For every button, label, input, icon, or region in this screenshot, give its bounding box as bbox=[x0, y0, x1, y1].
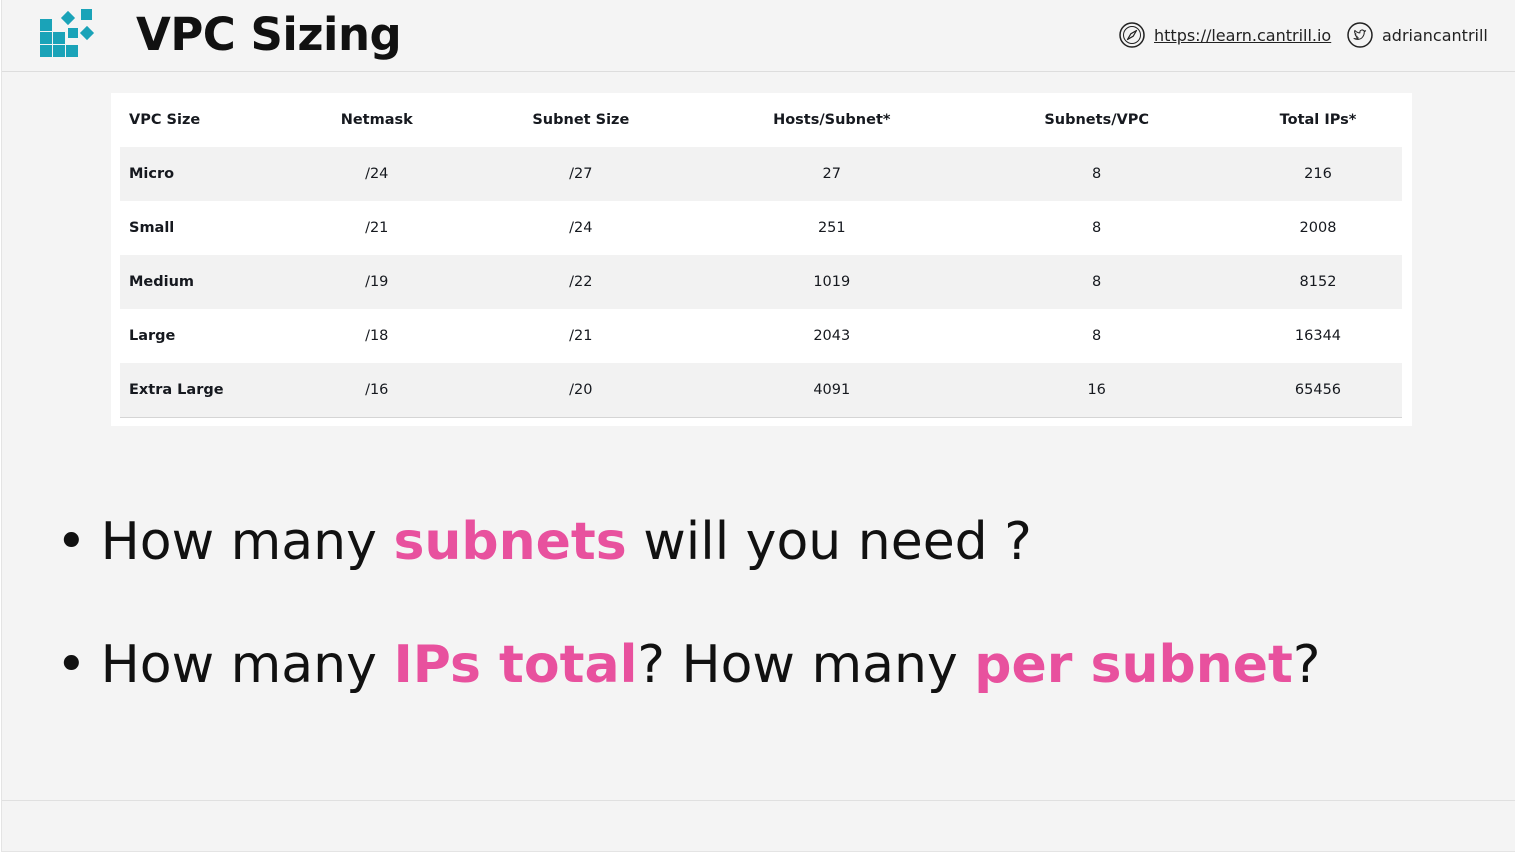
table-cell: Large bbox=[129, 328, 176, 344]
table-cell: Extra Large bbox=[120, 363, 296, 418]
vpc-sizing-table-card: VPC Size Netmask Subnet Size Hosts/Subne… bbox=[111, 93, 1412, 426]
slide: VPC Sizing https://learn.cantrill.io adr… bbox=[1, 0, 1515, 852]
table-cell: /19 bbox=[295, 255, 458, 309]
table-cell: 4091 bbox=[704, 363, 960, 418]
table-cell: Medium bbox=[120, 255, 296, 309]
table-row: Medium /19 /22 1019 8 8152 bbox=[120, 255, 1402, 309]
twitter-link[interactable]: adriancantrill bbox=[1347, 20, 1488, 50]
column-header: Subnets/VPC bbox=[1044, 112, 1149, 128]
table-cell: 251 bbox=[817, 220, 846, 236]
table-cell: 27 bbox=[704, 147, 960, 201]
bullet-text: How many bbox=[100, 635, 394, 695]
table-row: Small /21 /24 251 8 2008 bbox=[120, 201, 1402, 255]
website-link[interactable]: https://learn.cantrill.io bbox=[1119, 20, 1331, 50]
footer-divider bbox=[2, 800, 1515, 801]
table-cell: /21 bbox=[569, 328, 593, 344]
table-row: Extra Large /16 /20 4091 16 65456 bbox=[120, 363, 1402, 418]
table-row: Micro /24 /27 27 8 216 bbox=[120, 147, 1402, 201]
page-title: VPC Sizing bbox=[136, 8, 402, 61]
website-link-label[interactable]: https://learn.cantrill.io bbox=[1154, 26, 1331, 45]
bullet-marker: • bbox=[56, 512, 87, 572]
column-header: Total IPs* bbox=[1279, 112, 1357, 128]
bullet-highlight: subnets bbox=[393, 512, 627, 572]
bullet-text: ? bbox=[1292, 635, 1321, 695]
table-cell: /20 bbox=[457, 363, 705, 418]
bullet-marker: • bbox=[56, 635, 87, 695]
bullet-text: will you need ? bbox=[626, 512, 1032, 572]
table-cell: /24 bbox=[295, 147, 458, 201]
slide-header: VPC Sizing https://learn.cantrill.io adr… bbox=[2, 0, 1515, 72]
table-cell: /27 bbox=[457, 147, 705, 201]
table-cell: 2008 bbox=[1299, 220, 1337, 236]
bird-icon bbox=[1347, 22, 1373, 48]
table-cell: 8152 bbox=[1233, 255, 1402, 309]
table-cell: /22 bbox=[457, 255, 705, 309]
compass-icon bbox=[1119, 22, 1145, 48]
bullet-item: • How many IPs total? How many per subnet… bbox=[56, 625, 1320, 705]
table-cell: 1019 bbox=[704, 255, 960, 309]
column-header: Netmask bbox=[340, 112, 413, 128]
table-cell: 8 bbox=[1092, 220, 1102, 236]
table-cell: 216 bbox=[1233, 147, 1402, 201]
table-cell: 8 bbox=[959, 255, 1234, 309]
column-header: VPC Size bbox=[129, 112, 201, 128]
table-cell: 8 bbox=[959, 147, 1234, 201]
table-cell: 65456 bbox=[1233, 363, 1402, 418]
column-header: Hosts/Subnet* bbox=[773, 112, 891, 128]
column-header: Subnet Size bbox=[532, 112, 630, 128]
table-cell: 16 bbox=[959, 363, 1234, 418]
table-cell: 16344 bbox=[1294, 328, 1342, 344]
bullet-highlight: IPs total bbox=[393, 635, 638, 695]
bullet-text: ? How many bbox=[637, 635, 975, 695]
stacked-cubes-logo bbox=[40, 9, 95, 57]
table-cell: /18 bbox=[365, 328, 389, 344]
table-cell: Small bbox=[129, 220, 175, 236]
table-cell: 8 bbox=[1092, 328, 1102, 344]
table-header-row: VPC Size Netmask Subnet Size Hosts/Subne… bbox=[120, 93, 1402, 147]
bullet-text: How many bbox=[100, 512, 394, 572]
table-cell: /16 bbox=[295, 363, 458, 418]
vpc-sizing-table: VPC Size Netmask Subnet Size Hosts/Subne… bbox=[120, 93, 1402, 418]
bullet-highlight: per subnet bbox=[974, 635, 1293, 695]
table-row: Large /18 /21 2043 8 16344 bbox=[120, 309, 1402, 363]
table-cell: /24 bbox=[569, 220, 593, 236]
bullet-item: • How many subnets will you need ? bbox=[56, 502, 1032, 582]
table-cell: /21 bbox=[365, 220, 389, 236]
table-cell: 2043 bbox=[813, 328, 851, 344]
table-cell: Micro bbox=[120, 147, 296, 201]
twitter-handle-label[interactable]: adriancantrill bbox=[1382, 26, 1488, 45]
